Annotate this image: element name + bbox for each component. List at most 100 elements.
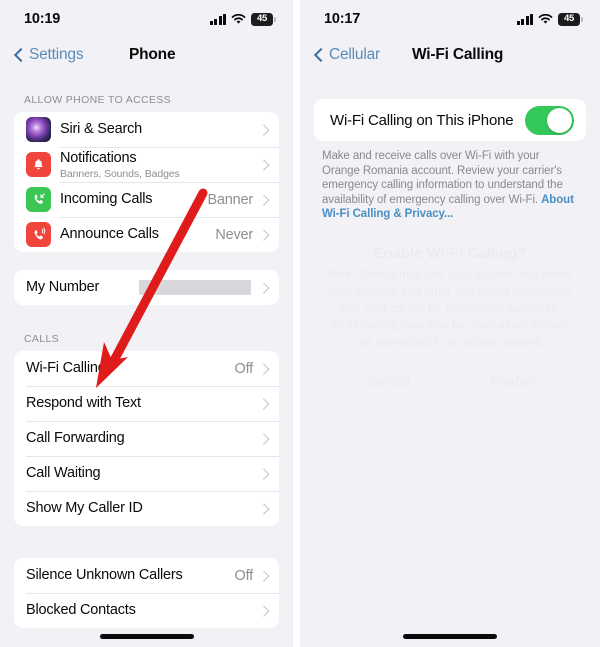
row-value: Off [234, 360, 254, 377]
row-text: Notifications Banners, Sounds, Badges [60, 149, 260, 180]
row-wifi-calling-on-this-iphone[interactable]: Wi-Fi Calling on This iPhone [314, 99, 586, 141]
section-wifi-calling-toggle: Wi-Fi Calling on This iPhone [314, 99, 586, 141]
footnote-text: Make and receive calls over Wi-Fi with y… [322, 150, 563, 206]
row-respond-with-text[interactable]: Respond with Text [14, 386, 279, 421]
back-button-label: Settings [29, 46, 84, 63]
back-button-cellular[interactable]: Cellular [314, 46, 380, 64]
ghost-dialog-artifact: Enable Wi-Fi Calling? Wi-Fi Calling may … [327, 245, 573, 389]
row-notifications[interactable]: Notifications Banners, Sounds, Badges [14, 147, 279, 182]
wifi-calling-toggle-switch[interactable] [525, 105, 574, 135]
section-my-number: My Number [14, 270, 279, 305]
chevron-right-icon [260, 432, 268, 445]
row-text: Announce Calls [60, 225, 215, 243]
row-title: Announce Calls [60, 226, 159, 243]
row-text: Siri & Search [60, 120, 260, 138]
row-title: My Number [26, 279, 100, 296]
toggle-label: Wi-Fi Calling on This iPhone [330, 111, 514, 129]
nav-bar-right: Cellular Wi-Fi Calling [300, 38, 600, 72]
status-bar-right: 10:17 45 [300, 0, 600, 38]
battery-level: 45 [257, 13, 267, 25]
status-time: 10:17 [324, 11, 361, 27]
row-text: Respond with Text [26, 394, 260, 412]
row-title: Call Waiting [26, 465, 101, 482]
chevron-right-icon [260, 193, 268, 206]
row-value: Banner [207, 191, 253, 208]
chevron-right-icon [260, 604, 268, 617]
row-incoming-calls[interactable]: Incoming Calls Banner [14, 182, 279, 217]
chevron-right-icon [260, 281, 268, 294]
row-text: My Number [26, 278, 139, 296]
row-title: Blocked Contacts [26, 602, 136, 619]
section-calls: Wi-Fi Calling Off Respond with Text Call… [14, 351, 279, 526]
row-siri-and-search[interactable]: Siri & Search [14, 112, 279, 147]
row-blocked-contacts[interactable]: Blocked Contacts [14, 593, 279, 628]
section-blocking: Silence Unknown Callers Off Blocked Cont… [14, 558, 279, 628]
announce-call-icon [26, 222, 51, 247]
chevron-left-icon [314, 47, 324, 64]
row-my-number[interactable]: My Number [14, 270, 279, 305]
notifications-bell-icon [26, 152, 51, 177]
redacted-phone-number [138, 280, 251, 295]
row-text: Incoming Calls [60, 190, 207, 208]
row-title: Incoming Calls [60, 191, 153, 208]
toggle-knob [547, 107, 572, 133]
right-phone-screen: 10:17 45 Cellular Wi-Fi Calling Wi-Fi Ca [300, 0, 600, 647]
chevron-left-icon [14, 47, 24, 64]
row-title: Respond with Text [26, 395, 141, 412]
incoming-call-icon [26, 187, 51, 212]
row-title: Silence Unknown Callers [26, 567, 183, 584]
row-call-forwarding[interactable]: Call Forwarding [14, 421, 279, 456]
home-indicator [403, 634, 497, 639]
status-bar-left: 10:19 45 [0, 0, 293, 38]
wifi-calling-footnote: Make and receive calls over Wi-Fi with y… [300, 141, 600, 222]
battery-level: 45 [564, 13, 574, 25]
row-value: Never [215, 226, 253, 243]
chevron-right-icon [260, 569, 268, 582]
status-time: 10:19 [24, 11, 61, 27]
page-title: Wi-Fi Calling [412, 46, 504, 63]
row-title: Wi-Fi Calling [26, 360, 106, 377]
wifi-icon [538, 13, 553, 25]
row-text: Blocked Contacts [26, 601, 260, 619]
row-title: Call Forwarding [26, 430, 125, 447]
row-title: Notifications [60, 149, 137, 166]
dual-screenshot-container: 10:19 45 Settings Phone ALLOW PHONE TO A… [0, 0, 600, 647]
row-text: Wi-Fi Calling [26, 359, 235, 377]
left-phone-screen: 10:19 45 Settings Phone ALLOW PHONE TO A… [0, 0, 293, 647]
chevron-right-icon [260, 228, 268, 241]
row-call-waiting[interactable]: Call Waiting [14, 456, 279, 491]
row-text: Call Waiting [26, 464, 260, 482]
row-value: Off [234, 567, 254, 584]
row-silence-unknown-callers[interactable]: Silence Unknown Callers Off [14, 558, 279, 593]
section-allow-phone-to-access: Siri & Search Notifications Banners, Sou… [14, 112, 279, 252]
row-text: Silence Unknown Callers [26, 566, 235, 584]
chevron-right-icon [260, 123, 268, 136]
chevron-right-icon [260, 397, 268, 410]
panel-divider [293, 0, 300, 647]
row-wifi-calling[interactable]: Wi-Fi Calling Off [14, 351, 279, 386]
row-show-my-caller-id[interactable]: Show My Caller ID [14, 491, 279, 526]
nav-bar-left: Settings Phone [0, 38, 293, 72]
battery-icon: 45 [251, 12, 276, 26]
row-text: Call Forwarding [26, 429, 260, 447]
page-title: Phone [129, 46, 176, 63]
row-subtitle: Banners, Sounds, Badges [60, 168, 180, 181]
row-text: Show My Caller ID [26, 499, 260, 517]
row-announce-calls[interactable]: Announce Calls Never [14, 217, 279, 252]
battery-icon: 45 [558, 12, 583, 26]
chevron-right-icon [260, 467, 268, 480]
back-button-label: Cellular [329, 46, 380, 63]
status-indicators: 45 [209, 12, 276, 26]
chevron-right-icon [260, 158, 268, 171]
section-header-calls: CALLS [24, 333, 60, 345]
chevron-right-icon [260, 362, 268, 375]
row-title: Siri & Search [60, 121, 143, 138]
section-header-allow-access: ALLOW PHONE TO ACCESS [24, 94, 172, 106]
home-indicator [99, 634, 194, 639]
back-button-settings[interactable]: Settings [14, 46, 84, 64]
row-title: Show My Caller ID [26, 500, 143, 517]
